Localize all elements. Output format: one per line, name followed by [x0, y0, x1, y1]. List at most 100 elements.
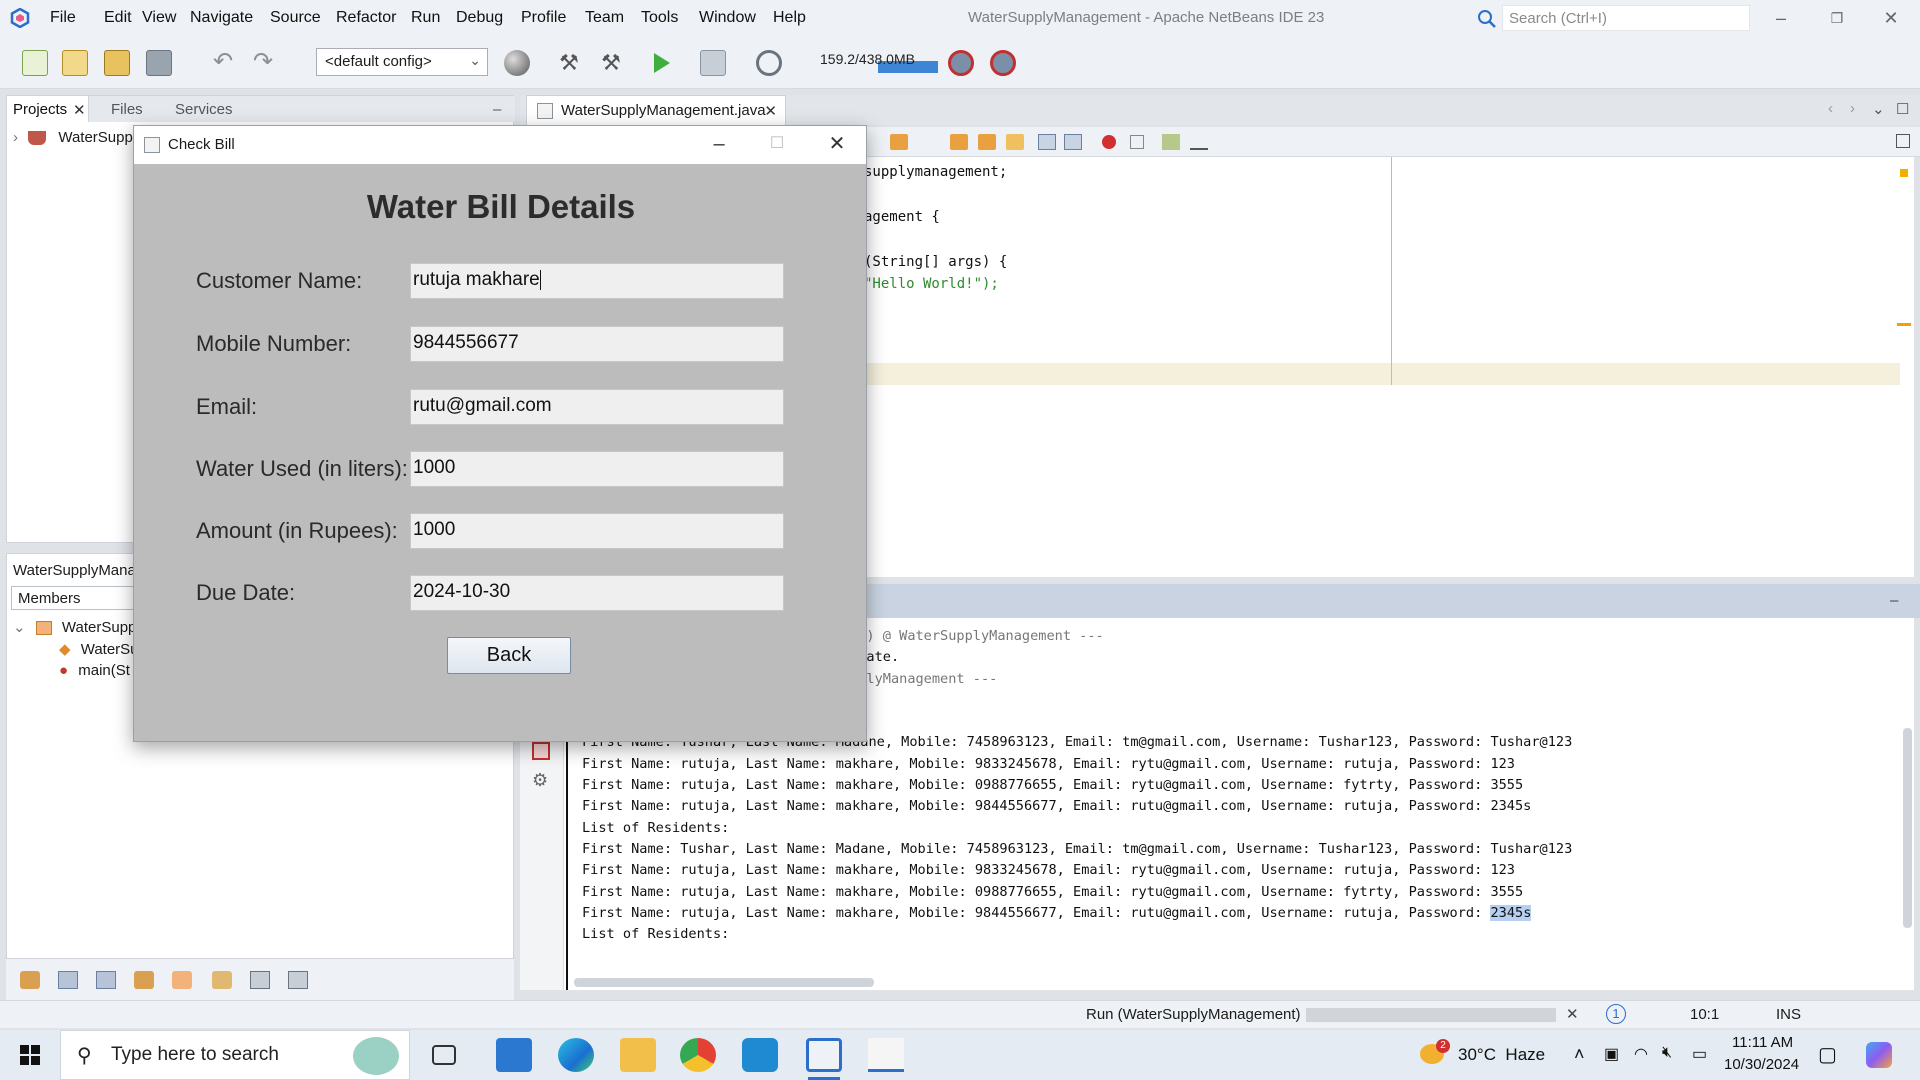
memory-indicator[interactable]: 159.2/438.0MB	[820, 51, 940, 73]
profiler-icon[interactable]	[990, 50, 1016, 76]
notifications-icon[interactable]: 1	[1606, 1004, 1626, 1024]
windows-start-icon[interactable]	[20, 1045, 40, 1065]
battery-icon[interactable]: ▭	[1692, 1044, 1707, 1064]
menu-edit[interactable]: Edit	[104, 9, 132, 27]
cursor-position[interactable]: 10:1	[1690, 1006, 1719, 1023]
due-date-field[interactable]: 2024-10-30	[410, 575, 784, 611]
close-window-button[interactable]: ✕	[1876, 4, 1906, 32]
redo-icon[interactable]: ↷	[250, 50, 276, 76]
change-marker[interactable]	[1897, 323, 1911, 326]
config-select[interactable]: <default config> ⌄	[316, 48, 488, 76]
find-next-icon[interactable]	[978, 134, 996, 150]
inherited-icon[interactable]	[172, 971, 192, 989]
search-highlight-icon[interactable]	[353, 1037, 399, 1075]
vscode-icon[interactable]	[742, 1038, 778, 1072]
output-hscroll[interactable]	[574, 978, 874, 987]
tab-prev-icon[interactable]: ‹	[1828, 100, 1833, 117]
tab-list-icon[interactable]: ⌄	[1872, 100, 1885, 118]
project-node[interactable]: › WaterSupp	[13, 129, 133, 146]
menu-help[interactable]: Help	[773, 9, 806, 27]
stop-icon[interactable]	[532, 742, 550, 760]
history-icon[interactable]	[890, 134, 908, 150]
close-icon[interactable]: ✕	[73, 101, 86, 119]
java-icon[interactable]	[868, 1038, 904, 1072]
globe-icon[interactable]	[504, 50, 530, 76]
tray-app-icon[interactable]: ▣	[1604, 1044, 1619, 1064]
menu-refactor[interactable]: Refactor	[336, 9, 396, 27]
lock-icon[interactable]	[134, 971, 154, 989]
amount-field[interactable]: 1000	[410, 513, 784, 549]
output-scrollbar[interactable]	[1903, 728, 1912, 928]
menu-tools[interactable]: Tools	[641, 9, 678, 27]
menu-debug[interactable]: Debug	[456, 9, 503, 27]
tab-editor-file[interactable]: WaterSupplyManagement.java ✕	[526, 95, 786, 125]
menu-profile[interactable]: Profile	[521, 9, 566, 27]
build-icon[interactable]: ⚒	[556, 50, 582, 76]
run-icon[interactable]	[648, 50, 674, 76]
chrome-icon[interactable]	[680, 1038, 716, 1072]
tree-item-main[interactable]: ● main(St	[59, 662, 130, 679]
sort-name-icon[interactable]	[250, 971, 270, 989]
dialog-title-bar[interactable]: Check Bill – ☐ ✕	[134, 126, 866, 164]
open-project-icon[interactable]	[104, 50, 130, 76]
save-all-icon[interactable]	[146, 50, 172, 76]
static-icon[interactable]	[96, 971, 116, 989]
stop-macro-icon[interactable]	[1130, 135, 1144, 149]
restore-button[interactable]: ❐	[1822, 4, 1852, 32]
close-icon[interactable]: ✕	[764, 102, 777, 120]
tab-services[interactable]: Services	[175, 101, 233, 118]
dialog-maximize-button[interactable]: ☐	[754, 130, 800, 158]
comment-icon[interactable]	[1162, 134, 1180, 150]
mobile-number-field[interactable]: 9844556677	[410, 326, 784, 362]
sort-icon[interactable]	[212, 971, 232, 989]
menu-team[interactable]: Team	[585, 9, 624, 27]
tree-root[interactable]: ⌄ WaterSupp	[13, 618, 136, 636]
tab-files[interactable]: Files	[111, 101, 143, 118]
taskbar-search-input[interactable]: ⚲ Type here to search	[60, 1030, 410, 1080]
expand-icon[interactable]: ›	[13, 129, 18, 146]
customer-name-field[interactable]: rutuja makhare	[410, 263, 784, 299]
filter-icon[interactable]	[20, 971, 40, 989]
debug-icon[interactable]	[700, 50, 726, 76]
water-used-field[interactable]: 1000	[410, 451, 784, 487]
tab-next-icon[interactable]: ›	[1850, 100, 1855, 117]
profile-icon[interactable]	[756, 50, 782, 76]
uncomment-icon[interactable]	[1190, 134, 1208, 150]
insert-mode[interactable]: INS	[1776, 1006, 1801, 1023]
dialog-minimize-button[interactable]: –	[696, 130, 742, 158]
minimize-button[interactable]: –	[1766, 4, 1796, 32]
wifi-icon[interactable]: ◠	[1634, 1044, 1648, 1064]
status-task[interactable]: Run (WaterSupplyManagement)	[1086, 1006, 1301, 1023]
file-explorer-icon[interactable]	[620, 1038, 656, 1072]
record-macro-icon[interactable]	[1102, 135, 1116, 149]
menu-view[interactable]: View	[142, 9, 176, 27]
edge-icon[interactable]	[558, 1038, 594, 1072]
menu-navigate[interactable]: Navigate	[190, 9, 253, 27]
gc-icon[interactable]	[948, 50, 974, 76]
clock-time[interactable]: 11:11 AM	[1732, 1034, 1793, 1051]
netbeans-icon[interactable]	[806, 1038, 842, 1072]
minimize-panel-icon[interactable]: –	[1890, 592, 1898, 609]
shift-left-icon[interactable]	[1038, 134, 1056, 150]
clock-date[interactable]: 10/30/2024	[1724, 1056, 1799, 1073]
split-icon[interactable]	[1896, 134, 1910, 148]
menu-run[interactable]: Run	[411, 9, 440, 27]
email-field[interactable]: rutu@gmail.com	[410, 389, 784, 425]
search-icon[interactable]	[1476, 8, 1498, 30]
settings-icon[interactable]: ⚙	[532, 770, 552, 790]
new-project-icon[interactable]	[62, 50, 88, 76]
minimize-panel-icon[interactable]: –	[493, 101, 501, 118]
tray-chevron-icon[interactable]: ˄	[1574, 1044, 1585, 1065]
back-button[interactable]: Back	[447, 637, 571, 674]
expand-icon[interactable]: ⌄	[13, 619, 26, 636]
dialog-close-button[interactable]: ✕	[814, 130, 860, 158]
cancel-task-icon[interactable]: ✕	[1566, 1005, 1579, 1023]
tree-item-constructor[interactable]: ◆ WaterSu	[59, 640, 139, 658]
task-view-icon[interactable]	[432, 1045, 456, 1065]
menu-source[interactable]: Source	[270, 9, 321, 27]
ide-search-input[interactable]: Search (Ctrl+I)	[1502, 5, 1750, 31]
toggle-highlight-icon[interactable]	[1006, 134, 1024, 150]
sort-source-icon[interactable]	[288, 971, 308, 989]
new-file-icon[interactable]	[22, 50, 48, 76]
volume-icon[interactable]: 🔇︎	[1662, 1044, 1672, 1062]
